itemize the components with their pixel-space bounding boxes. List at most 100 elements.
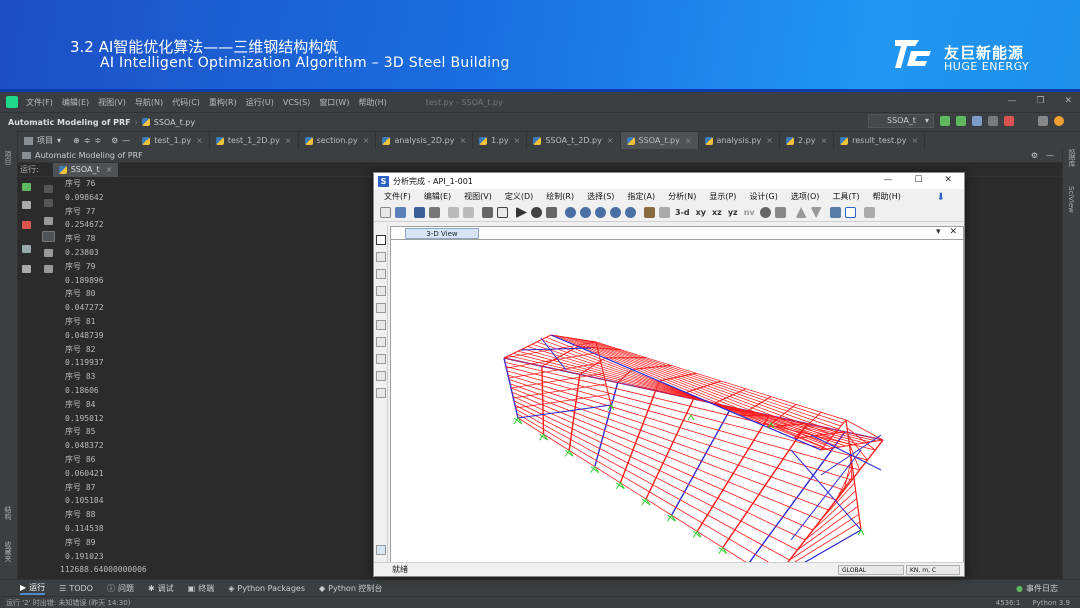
coord-system-select[interactable]: GLOBAL — [838, 565, 904, 575]
perspective-icon[interactable] — [659, 207, 670, 218]
download-icon[interactable]: ⬇ — [937, 192, 945, 203]
run-icon[interactable] — [940, 116, 950, 126]
run-tab-ssoa-t[interactable]: SSOA_t × — [52, 162, 119, 177]
sap-menu-tools[interactable]: 工具(T) — [832, 191, 859, 202]
stop-icon[interactable] — [22, 221, 31, 229]
minimize-icon[interactable]: — — [883, 175, 892, 185]
bottom-tab-debug[interactable]: ✱ 调试 — [148, 583, 174, 594]
search-icon[interactable] — [1038, 116, 1048, 126]
view-dropdown-icon[interactable]: ▾ — [936, 227, 941, 237]
glasses-icon[interactable] — [774, 207, 786, 218]
zoom-previous-icon[interactable] — [595, 207, 606, 218]
collapse-icon[interactable]: ≑ — [84, 136, 91, 145]
python-interpreter[interactable]: Python 3.9 — [1032, 599, 1070, 607]
print-icon[interactable] — [429, 207, 440, 218]
breadcrumb-file[interactable]: SSOA_t.py — [154, 118, 195, 127]
close-icon[interactable]: ✕ — [1064, 96, 1072, 106]
bottom-tab-todo[interactable]: ☰ TODO — [59, 584, 93, 593]
tab-test-1-2d[interactable]: test_1_2D.py × — [210, 131, 299, 150]
menu-refactor[interactable]: 重构(R) — [209, 97, 237, 108]
bottom-tab-run[interactable]: ▶ 运行 — [20, 582, 46, 595]
rerun-icon[interactable] — [22, 183, 31, 191]
close-tab-icon[interactable]: × — [685, 136, 692, 145]
run-now-icon[interactable] — [531, 207, 542, 218]
grid-options-icon[interactable] — [829, 207, 841, 218]
draw-frame-icon[interactable] — [376, 286, 386, 296]
sap-menu-assign[interactable]: 指定(A) — [627, 191, 655, 202]
coverage-icon[interactable] — [972, 116, 982, 126]
zoom-extents-icon[interactable] — [580, 207, 591, 218]
units-select[interactable]: KN, m, C — [906, 565, 960, 575]
tab-section[interactable]: section.py × — [299, 131, 377, 150]
view-3d-button[interactable]: 3-d — [675, 208, 690, 217]
draw-solid-icon[interactable] — [376, 388, 386, 398]
close-tab-icon[interactable]: × — [820, 136, 827, 145]
close-view-icon[interactable]: ✕ — [949, 227, 957, 237]
menu-edit[interactable]: 编辑(E) — [62, 97, 89, 108]
new-model-icon[interactable] — [380, 207, 391, 218]
rotate-icon[interactable] — [759, 207, 771, 218]
sciview-tool-label[interactable]: SciView — [1067, 186, 1075, 213]
sap-menu-draw[interactable]: 绘制(R) — [546, 191, 574, 202]
bottom-tab-problems[interactable]: ⓘ 问题 — [107, 583, 134, 594]
zoom-in-icon[interactable] — [610, 207, 621, 218]
move-down-icon[interactable] — [810, 207, 822, 218]
draw-area-icon[interactable] — [376, 337, 386, 347]
close-tab-icon[interactable]: × — [514, 136, 521, 145]
database-tool-label[interactable]: 数据库 — [1067, 146, 1077, 167]
tab-ssoa-t[interactable]: SSOA_t.py × — [620, 131, 699, 150]
zoom-window-icon[interactable] — [565, 207, 576, 218]
minimize-icon[interactable]: — — [1007, 96, 1016, 106]
snap-icon[interactable] — [376, 545, 386, 555]
sap-menu-help[interactable]: 帮助(H) — [873, 191, 901, 202]
refresh-icon[interactable] — [546, 207, 557, 218]
arrow-up-icon[interactable] — [44, 185, 53, 193]
close-tab-icon[interactable]: × — [196, 136, 203, 145]
menu-vcs[interactable]: VCS(S) — [283, 98, 310, 107]
close-tab-icon[interactable]: × — [607, 136, 614, 145]
status-message[interactable]: 运行 '2' 时出错: 未知错误 (昨天 14:30) — [6, 598, 130, 608]
draw-brace-icon[interactable] — [376, 320, 386, 330]
view-yz-button[interactable]: yz — [728, 208, 738, 217]
project-tool-label[interactable]: 项目 — [3, 151, 13, 165]
trash-icon[interactable] — [44, 265, 53, 273]
hide-icon[interactable]: — — [1046, 151, 1054, 160]
pointer-icon[interactable] — [376, 235, 386, 245]
debug-icon[interactable] — [956, 116, 966, 126]
close-tab-icon[interactable]: × — [766, 136, 773, 145]
target-icon[interactable]: ⊕ — [73, 136, 80, 145]
draw-rect-icon[interactable] — [376, 371, 386, 381]
sap-menu-design[interactable]: 设计(G) — [749, 191, 777, 202]
checkbox-icon[interactable] — [844, 207, 856, 218]
maximize-icon[interactable]: ❐ — [1036, 96, 1044, 106]
menu-navigate[interactable]: 导航(N) — [135, 97, 163, 108]
view-xz-button[interactable]: xz — [712, 208, 722, 217]
bottom-tab-terminal[interactable]: ▣ 终端 — [188, 583, 215, 594]
close-tab-icon[interactable]: × — [912, 136, 919, 145]
close-tab-icon[interactable]: × — [285, 136, 292, 145]
sap-menu-file[interactable]: 文件(F) — [384, 191, 411, 202]
menu-view[interactable]: 视图(V) — [98, 97, 126, 108]
cursor-position[interactable]: 4536:1 — [996, 599, 1021, 607]
event-log-button[interactable]: ● 事件日志 — [1016, 583, 1058, 594]
view-xy-button[interactable]: xy — [696, 208, 706, 217]
run-analysis-icon[interactable] — [516, 207, 527, 218]
breadcrumb-project[interactable]: Automatic Modeling of PRF — [8, 118, 131, 127]
close-tab-icon[interactable]: × — [106, 163, 113, 177]
console-output[interactable]: 序号 76 0.098642 序号 77 0.254672 序号 78 0.23803 序号… — [60, 177, 147, 577]
profile-icon[interactable] — [988, 116, 998, 126]
draw-cable-icon[interactable] — [376, 303, 386, 313]
view-nv-button[interactable]: nv — [744, 208, 755, 217]
project-tool-dropdown[interactable]: 项目 ▾ ⊕ ≑ ≑ ⚙ — — [18, 135, 136, 146]
gear-icon[interactable]: ⚙ — [111, 136, 118, 145]
print-icon[interactable] — [44, 249, 53, 257]
menu-file[interactable]: 文件(F) — [26, 97, 53, 108]
tab-result-test[interactable]: result_test.py × — [834, 131, 926, 150]
tab-ssoa-t-2d[interactable]: SSOA_t_2D.py × — [527, 131, 621, 150]
bottom-tab-python-console[interactable]: ◆ Python 控制台 — [319, 583, 382, 594]
stop-icon[interactable] — [1004, 116, 1014, 126]
close-icon[interactable]: ✕ — [944, 175, 952, 185]
draw-poly-icon[interactable] — [376, 354, 386, 364]
close-tab-icon[interactable]: × — [459, 136, 466, 145]
soft-wrap-icon[interactable] — [44, 217, 53, 225]
